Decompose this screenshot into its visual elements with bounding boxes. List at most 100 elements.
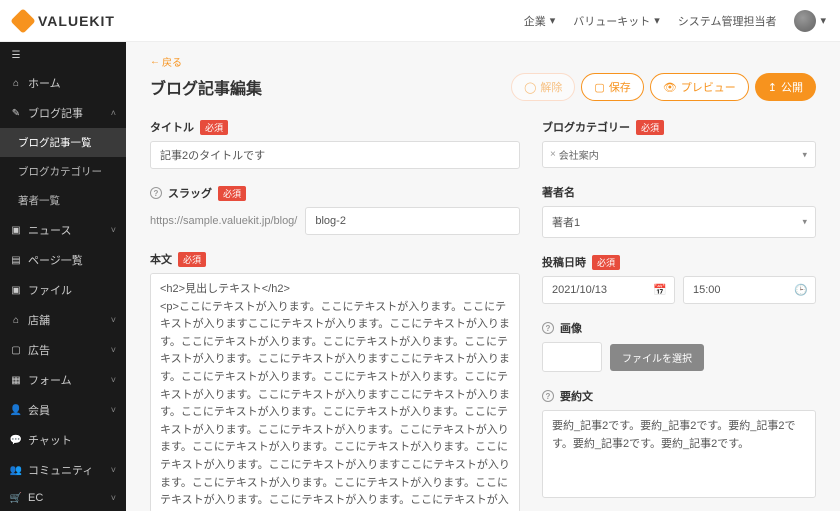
- image-preview: [542, 342, 602, 372]
- topbar: VALUEKIT 企業 ▾ バリューキット ▾ システム管理担当者 ▾: [0, 0, 840, 42]
- remove-tag-icon[interactable]: ×: [550, 149, 556, 160]
- chevron-down-icon: ˅: [111, 493, 116, 503]
- title-input[interactable]: [150, 141, 520, 169]
- brand-logo-icon: [10, 8, 35, 33]
- slug-input[interactable]: [305, 207, 520, 235]
- sidebar-item-community[interactable]: 👥コミュニティ˅: [0, 455, 126, 485]
- sidebar-item-files[interactable]: ▣ファイル: [0, 275, 126, 305]
- sidebar-item-stores[interactable]: ⌂店舗˅: [0, 305, 126, 335]
- chevron-down-icon: ˅: [111, 225, 116, 235]
- help-icon[interactable]: ?: [542, 322, 554, 334]
- required-badge: 必須: [178, 252, 206, 267]
- folder-icon: ▣: [10, 284, 22, 296]
- chevron-up-icon: ˄: [111, 108, 116, 118]
- help-icon[interactable]: ?: [150, 187, 162, 199]
- clock-icon[interactable]: 🕒: [794, 284, 808, 297]
- sidebar-item-blog[interactable]: ✎ブログ記事˄: [0, 98, 126, 128]
- publish-button[interactable]: ↥公開: [755, 73, 816, 101]
- field-posted: 投稿日時 必須 📅 🕒: [542, 254, 816, 304]
- arrow-left-icon: ←: [150, 56, 160, 67]
- sidebar-item-members[interactable]: 👤会員˅: [0, 395, 126, 425]
- product-label: バリューキット: [573, 13, 650, 29]
- title-label: タイトル: [150, 119, 194, 135]
- slug-label: スラッグ: [168, 185, 212, 201]
- chat-icon: 💬: [10, 434, 22, 446]
- required-badge: 必須: [200, 120, 228, 135]
- category-select[interactable]: ×会社案内: [542, 141, 816, 168]
- chevron-down-icon: ▾: [654, 14, 660, 27]
- body-label: 本文: [150, 251, 172, 267]
- field-title: タイトル 必須: [150, 119, 520, 169]
- required-badge: 必須: [636, 120, 664, 135]
- slug-prefix: https://sample.valuekit.jp/blog/: [150, 215, 297, 227]
- menu-icon: ☰: [10, 49, 22, 61]
- back-link[interactable]: ← 戻る: [150, 54, 816, 69]
- home-icon: ⌂: [10, 77, 22, 89]
- topbar-right: 企業 ▾ バリューキット ▾ システム管理担当者 ▾: [524, 10, 826, 32]
- required-badge: 必須: [218, 186, 246, 201]
- chevron-down-icon: ˅: [111, 375, 116, 385]
- company-dropdown[interactable]: 企業 ▾: [524, 13, 556, 29]
- form-icon: ▦: [10, 374, 22, 386]
- sidebar-toggle[interactable]: ☰: [0, 42, 126, 68]
- preview-button[interactable]: 👁プレビュー: [650, 73, 749, 101]
- product-dropdown[interactable]: バリューキット ▾: [573, 13, 660, 29]
- sidebar-item-ec[interactable]: 🛒EC˅: [0, 485, 126, 511]
- summary-textarea[interactable]: [542, 410, 816, 498]
- user-icon: 👤: [10, 404, 22, 416]
- category-label: ブログカテゴリー: [542, 119, 630, 135]
- company-label: 企業: [524, 13, 546, 29]
- action-bar: ◯解除 ▢保存 👁プレビュー ↥公開: [511, 73, 816, 101]
- page-title: ブログ記事編集: [150, 75, 262, 99]
- field-slug: ? スラッグ 必須 https://sample.valuekit.jp/blo…: [150, 185, 520, 235]
- store-icon: ⌂: [10, 314, 22, 326]
- author-select[interactable]: 著者1: [542, 206, 816, 238]
- brand-name: VALUEKIT: [38, 13, 115, 29]
- news-icon: ▣: [10, 224, 22, 236]
- file-select-button[interactable]: ファイルを選択: [610, 344, 704, 371]
- resolve-button[interactable]: ◯解除: [511, 73, 575, 101]
- help-icon[interactable]: ?: [542, 390, 554, 402]
- field-author: 著者名 著者1: [542, 184, 816, 238]
- main-content: ← 戻る ブログ記事編集 ◯解除 ▢保存 👁プレビュー ↥公開 タイトル 必須: [126, 42, 840, 511]
- chevron-down-icon: ▾: [550, 14, 556, 27]
- chevron-down-icon: ˅: [111, 405, 116, 415]
- cart-icon: 🛒: [10, 492, 22, 504]
- field-summary: ? 要約文: [542, 388, 816, 501]
- circle-icon: ◯: [524, 81, 536, 94]
- chevron-down-icon: ˅: [111, 315, 116, 325]
- sidebar-item-forms[interactable]: ▦フォーム˅: [0, 365, 126, 395]
- sidebar-item-blog-list[interactable]: ブログ記事一覧: [0, 128, 126, 157]
- save-button[interactable]: ▢保存: [581, 73, 643, 101]
- page-icon: ▤: [10, 254, 22, 266]
- category-tag: ×会社案内: [550, 147, 599, 162]
- brand[interactable]: VALUEKIT: [14, 12, 115, 30]
- image-label: 画像: [560, 320, 582, 336]
- save-icon: ▢: [594, 81, 604, 94]
- chevron-down-icon: ˅: [111, 345, 116, 355]
- document-icon: ✎: [10, 107, 22, 119]
- required-badge: 必須: [592, 255, 620, 270]
- sidebar: ☰ ⌂ホーム ✎ブログ記事˄ ブログ記事一覧 ブログカテゴリー 著者一覧 ▣ニュ…: [0, 42, 126, 511]
- sidebar-item-news[interactable]: ▣ニュース˅: [0, 215, 126, 245]
- field-body: 本文 必須: [150, 251, 520, 511]
- body-textarea[interactable]: [150, 273, 520, 511]
- field-image: ? 画像 ファイルを選択: [542, 320, 816, 372]
- sidebar-item-author-list[interactable]: 著者一覧: [0, 186, 126, 215]
- sidebar-item-blog-category[interactable]: ブログカテゴリー: [0, 157, 126, 186]
- summary-label: 要約文: [560, 388, 593, 404]
- author-label: 著者名: [542, 184, 575, 200]
- sidebar-item-home[interactable]: ⌂ホーム: [0, 68, 126, 98]
- sidebar-item-chat[interactable]: 💬チャット: [0, 425, 126, 455]
- sidebar-item-ads[interactable]: ▢広告˅: [0, 335, 126, 365]
- chevron-down-icon: ▾: [820, 14, 826, 27]
- upload-icon: ↥: [768, 81, 777, 94]
- avatar-icon: [794, 10, 816, 32]
- eye-icon: 👁: [663, 81, 677, 94]
- field-category: ブログカテゴリー 必須 ×会社案内: [542, 119, 816, 168]
- ad-icon: ▢: [10, 344, 22, 356]
- user-menu[interactable]: ▾: [794, 10, 826, 32]
- calendar-icon[interactable]: 📅: [653, 284, 667, 297]
- sidebar-item-pages[interactable]: ▤ページ一覧: [0, 245, 126, 275]
- posted-label: 投稿日時: [542, 254, 586, 270]
